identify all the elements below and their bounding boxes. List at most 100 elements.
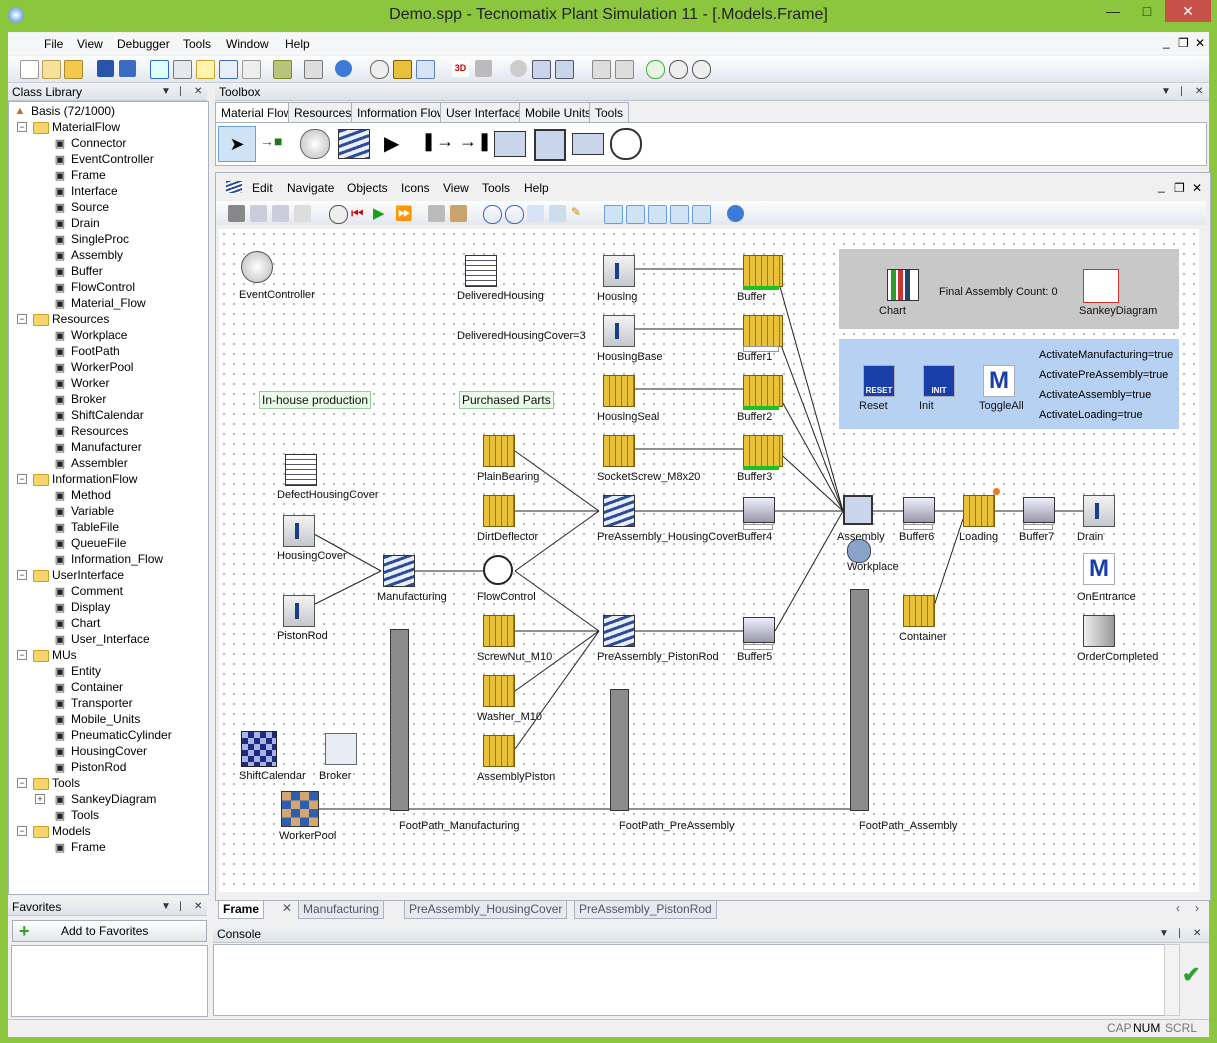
frame-restore-icon[interactable]: ❐ xyxy=(1174,181,1185,195)
tree-item[interactable]: ▣ Material_Flow xyxy=(35,295,146,311)
tree-item[interactable]: ▣ User_Interface xyxy=(35,631,150,647)
menu-debugger[interactable]: Debugger xyxy=(117,37,170,51)
shiftcalendar-object[interactable] xyxy=(241,731,277,767)
method-debug-icon[interactable] xyxy=(532,60,551,79)
frame-minimize-icon[interactable]: _ xyxy=(1158,179,1165,193)
favorites-dropdown-icon[interactable]: ▼ xyxy=(161,899,171,915)
new-folder-icon[interactable] xyxy=(42,60,61,79)
buffer7-object[interactable] xyxy=(1023,497,1055,523)
assembly-tool[interactable] xyxy=(534,129,566,161)
window-icon[interactable] xyxy=(219,60,238,79)
tree-item[interactable]: ▣ Assembly xyxy=(35,247,123,263)
activate-preassembly[interactable]: ActivatePreAssembly=true xyxy=(1039,369,1168,381)
minimize-icon[interactable]: — xyxy=(1096,0,1130,22)
tree-item[interactable]: ▣ TableFile xyxy=(35,519,119,535)
drain-tool[interactable]: →❚ xyxy=(459,131,492,152)
buffer-tool[interactable] xyxy=(572,133,604,155)
mdi-restore-icon[interactable]: ❐ xyxy=(1178,36,1189,50)
tree-item[interactable]: ▣ FootPath xyxy=(35,343,120,359)
tree-item[interactable]: ▣ Interface xyxy=(35,183,118,199)
connector-view-icon[interactable] xyxy=(626,205,645,224)
buffer1-object[interactable] xyxy=(743,315,783,347)
footpath-manufacturing[interactable] xyxy=(390,629,409,811)
doc-tab-preassembly-pistonrod[interactable]: PreAssembly_PistonRod xyxy=(574,900,717,919)
broker-object[interactable] xyxy=(325,733,357,765)
collapse-icon[interactable]: − xyxy=(17,474,27,484)
snapshot-icon[interactable] xyxy=(549,205,566,222)
menu-view[interactable]: View xyxy=(77,37,103,51)
eventcontroller-object[interactable] xyxy=(241,251,273,283)
expand-icon[interactable]: + xyxy=(35,794,45,804)
pistonrod-source[interactable] xyxy=(283,595,315,627)
tree-item[interactable]: − Models xyxy=(17,823,91,839)
dropdown-icon[interactable]: ▼ xyxy=(161,84,171,100)
console-pin-icon[interactable]: ∣ xyxy=(1177,926,1182,942)
eraser-icon[interactable] xyxy=(604,205,623,224)
eventcontroller-small-icon[interactable] xyxy=(329,205,348,224)
tree-item[interactable]: ▣ FlowControl xyxy=(35,279,135,295)
singleproc-tool[interactable] xyxy=(494,131,526,157)
frame-menu-icons[interactable]: Icons xyxy=(401,181,430,195)
collapse-icon[interactable]: − xyxy=(17,826,27,836)
buffer3-object[interactable] xyxy=(743,435,783,467)
frame-view-icon[interactable] xyxy=(150,60,169,79)
tree-item[interactable]: ▣ Entity xyxy=(35,663,101,679)
tree-item[interactable]: ▣ ShiftCalendar xyxy=(35,407,144,423)
tree-item[interactable]: ▣ Source xyxy=(35,199,109,215)
tree-item[interactable]: ▣ Assembler xyxy=(35,455,128,471)
frame-tool[interactable] xyxy=(338,129,370,159)
footpath-preassembly[interactable] xyxy=(610,689,629,811)
frame-canvas[interactable]: EventController DeliveredHousing Deliver… xyxy=(219,229,1199,892)
tree-item[interactable]: ▣ SingleProc xyxy=(35,231,129,247)
maximize-icon[interactable]: □ xyxy=(1130,0,1164,22)
new-icon[interactable] xyxy=(20,60,39,79)
view-3d-icon[interactable] xyxy=(173,60,192,79)
ordercompleted-object[interactable] xyxy=(1083,615,1115,647)
purchased-comment[interactable]: Purchased Parts xyxy=(459,391,554,409)
pen-icon[interactable]: ✎ xyxy=(571,205,588,222)
tree-item[interactable]: − UserInterface xyxy=(17,567,124,583)
tree-item[interactable]: ▣ Frame xyxy=(35,167,106,183)
tree-item[interactable]: − Resources xyxy=(17,311,109,327)
tree-item[interactable]: ▣ Chart xyxy=(35,615,101,631)
grid-view-icon[interactable] xyxy=(670,205,689,224)
buffer6-object[interactable] xyxy=(903,497,935,523)
console-dropdown-icon[interactable]: ▼ xyxy=(1159,926,1169,942)
open-icon[interactable] xyxy=(64,60,83,79)
mdi-minimize-icon[interactable]: _ xyxy=(1163,35,1170,49)
plainbearing-source[interactable] xyxy=(483,435,515,467)
preassembly-pistonrod-frame[interactable] xyxy=(603,615,635,647)
mdi-close-icon[interactable]: ✕ xyxy=(1195,36,1205,50)
tree-item[interactable]: ▣ PistonRod xyxy=(35,759,127,775)
loading-object[interactable] xyxy=(963,495,995,527)
reset-run-icon[interactable]: ⏮ xyxy=(351,205,368,222)
manufacturing-frame[interactable] xyxy=(383,555,415,587)
tree-item[interactable]: ▣ QueueFile xyxy=(35,535,127,551)
toolbox-pin-icon[interactable]: ∣ xyxy=(1179,84,1184,100)
doc-tab-manufacturing[interactable]: Manufacturing xyxy=(298,900,385,919)
tree-item[interactable]: ▣ Information_Flow xyxy=(35,551,163,567)
sankeydiagram-object[interactable] xyxy=(1083,269,1119,303)
start-icon[interactable]: ▶ xyxy=(373,205,390,222)
grid-icon[interactable] xyxy=(416,60,435,79)
footpath-assembly[interactable] xyxy=(850,589,869,811)
favorites-close-icon[interactable]: ✕ xyxy=(194,899,202,915)
doc-tab-close-icon[interactable]: ✕ xyxy=(278,900,296,917)
housingcover-source[interactable] xyxy=(283,515,315,547)
interface-tool[interactable]: ▶ xyxy=(384,131,399,156)
monitor-icon[interactable] xyxy=(592,60,611,79)
init-method[interactable]: INIT xyxy=(923,365,955,397)
eventcontroller-tool[interactable] xyxy=(300,129,330,159)
tools-view-icon[interactable] xyxy=(692,205,711,224)
close-icon[interactable]: ✕ xyxy=(1165,0,1211,22)
wizard-icon[interactable] xyxy=(242,60,261,79)
tab-resources[interactable]: Resources xyxy=(288,102,358,123)
comment-view-icon[interactable] xyxy=(648,205,667,224)
debug-icon[interactable] xyxy=(510,60,527,77)
connector-tool[interactable]: →■ xyxy=(260,133,292,153)
report-icon[interactable] xyxy=(615,60,634,79)
favorites-pin-icon[interactable]: ∣ xyxy=(178,899,183,915)
models-icon[interactable] xyxy=(475,60,492,77)
tree-item[interactable]: ▣ Transporter xyxy=(35,695,133,711)
save-all-icon[interactable] xyxy=(119,60,136,77)
